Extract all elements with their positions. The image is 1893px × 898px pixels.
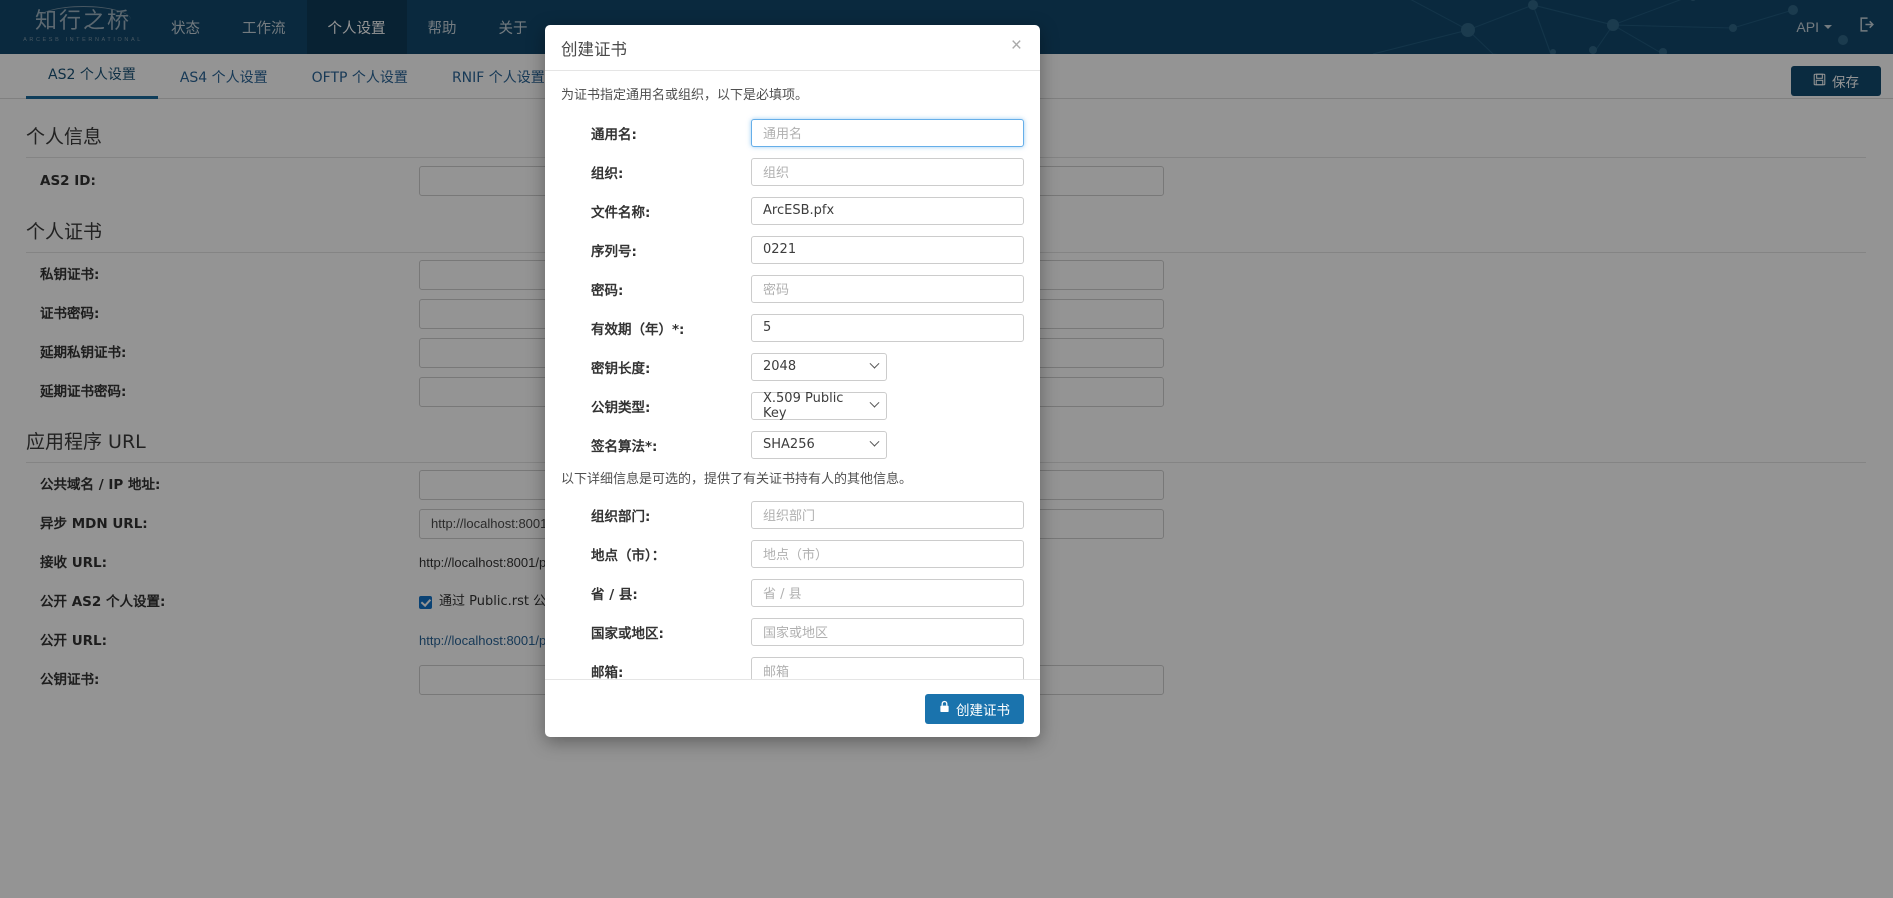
close-icon[interactable]: × [1007,34,1026,57]
select-signature-algorithm[interactable]: SHA256 [751,430,887,459]
label-key-length: 密钥长度: [591,360,651,377]
label-validity-years: 有效期（年）*: [591,321,685,338]
form-row-password: 密码: 密码 [561,269,1024,308]
placeholder-common-name: 通用名 [763,127,803,142]
form-row-signature-algorithm: 签名算法*: SHA256 [561,425,1024,464]
label-serial-number: 序列号: [591,243,637,260]
input-file-name[interactable]: ArcESB.pfx [751,196,1024,225]
form-row-file-name: 文件名称: ArcESB.pfx [561,191,1024,230]
form-row-serial-number: 序列号: 0221 [561,230,1024,269]
value-key-length: 2048 [763,359,797,374]
form-row-org-unit: 组织部门: 组织部门 [561,495,1024,534]
label-file-name: 文件名称: [591,204,651,221]
placeholder-country: 国家或地区 [763,626,829,641]
chevron-down-icon [869,358,880,369]
input-password[interactable]: 密码 [751,274,1024,303]
form-row-organization: 组织: 组织 [561,152,1024,191]
placeholder-email: 邮箱 [763,665,790,679]
input-serial-number[interactable]: 0221 [751,235,1024,264]
create-certificate-button[interactable]: 创建证书 [925,693,1024,724]
helper-text-required: 为证书指定通用名或组织，以下是必填项。 [561,88,809,103]
label-public-key-type: 公钥类型: [591,399,651,416]
form-row-country: 国家或地区: 国家或地区 [561,612,1024,651]
placeholder-organization: 组织 [763,166,790,181]
label-country: 国家或地区: [591,625,664,642]
form-row-key-length: 密钥长度: 2048 [561,347,1024,386]
form-row-locality: 地点（市）： 地点（市） [561,534,1024,573]
modal-body: 为证书指定通用名或组织，以下是必填项。 通用名: 通用名 组织: 组织 文件名称… [545,71,1040,679]
value-signature-algorithm: SHA256 [763,437,815,452]
input-country[interactable]: 国家或地区 [751,617,1024,646]
label-email: 邮箱: [591,664,624,680]
lock-icon [939,700,950,717]
input-organization[interactable]: 组织 [751,157,1024,186]
placeholder-locality: 地点（市） [763,548,829,563]
form-row-public-key-type: 公钥类型: X.509 Public Key [561,386,1024,425]
input-state-province[interactable]: 省 / 县 [751,578,1024,607]
value-file-name: ArcESB.pfx [763,203,835,218]
input-org-unit[interactable]: 组织部门 [751,500,1024,529]
chevron-down-icon [869,397,880,408]
create-certificate-modal: 创建证书 × 为证书指定通用名或组织，以下是必填项。 通用名: 通用名 组织: … [545,25,1040,737]
form-row-email: 邮箱: 邮箱 [561,651,1024,679]
placeholder-org-unit: 组织部门 [763,509,816,524]
modal-title: 创建证书 [561,39,627,59]
input-common-name[interactable]: 通用名 [751,118,1024,147]
helper-text-optional: 以下详细信息是可选的，提供了有关证书持有人的其他信息。 [561,472,913,487]
placeholder-password: 密码 [763,283,790,298]
label-password: 密码: [591,282,624,299]
input-validity-years[interactable]: 5 [751,313,1024,342]
form-row-validity-years: 有效期（年）*: 5 [561,308,1024,347]
label-organization: 组织: [591,165,624,182]
form-row-common-name: 通用名: 通用名 [561,113,1024,152]
label-state-province: 省 / 县: [591,586,638,603]
chevron-down-icon [869,436,880,447]
placeholder-state-province: 省 / 县 [763,587,802,602]
select-key-length[interactable]: 2048 [751,352,887,381]
label-org-unit: 组织部门: [591,508,651,525]
input-locality[interactable]: 地点（市） [751,539,1024,568]
modal-footer: 创建证书 [545,679,1040,737]
value-public-key-type: X.509 Public Key [763,390,844,421]
input-email[interactable]: 邮箱 [751,656,1024,679]
value-validity-years: 5 [763,320,772,335]
modal-header: 创建证书 × [545,25,1040,71]
form-row-state-province: 省 / 县: 省 / 县 [561,573,1024,612]
label-signature-algorithm: 签名算法*: [591,438,658,455]
select-public-key-type[interactable]: X.509 Public Key [751,390,887,421]
value-serial-number: 0221 [763,242,797,257]
label-common-name: 通用名: [591,126,637,143]
label-locality: 地点（市）： [591,547,666,564]
create-certificate-button-label: 创建证书 [956,702,1010,719]
